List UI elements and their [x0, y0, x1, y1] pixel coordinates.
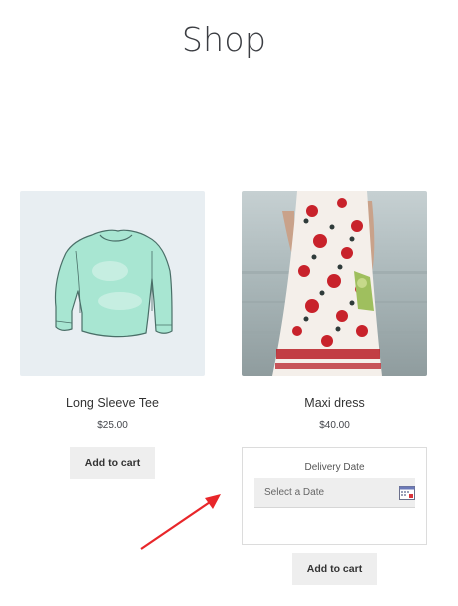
delivery-date-panel: Delivery Date [242, 447, 427, 545]
product-price: $40.00 [319, 420, 350, 431]
product-card-maxi-dress: Maxi dress $40.00 [242, 191, 427, 431]
add-to-cart-button[interactable]: Add to cart [70, 447, 155, 479]
add-to-cart-button[interactable]: Add to cart [292, 553, 377, 585]
product-card-long-sleeve-tee: Long Sleeve Tee $25.00 [20, 191, 205, 431]
product-name[interactable]: Maxi dress [242, 396, 427, 410]
product-price: $25.00 [97, 420, 128, 431]
delivery-date-label: Delivery Date [304, 462, 365, 473]
calendar-icon[interactable] [399, 486, 415, 500]
delivery-date-input[interactable] [254, 478, 415, 508]
red-arrow-icon [140, 494, 221, 550]
long-sleeve-tee-image[interactable] [20, 191, 205, 376]
product-name[interactable]: Long Sleeve Tee [20, 396, 205, 410]
maxi-dress-image[interactable] [242, 191, 427, 376]
page-title: Shop [181, 20, 267, 59]
